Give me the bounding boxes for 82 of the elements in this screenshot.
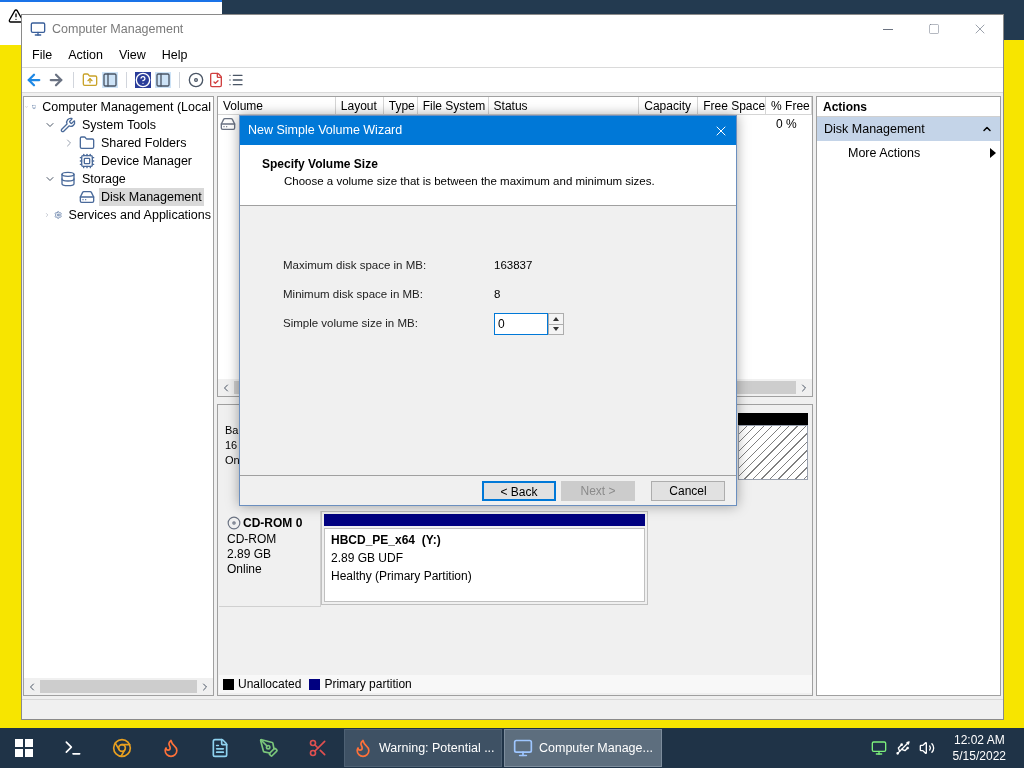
window-title: Computer Management <box>52 20 184 38</box>
action-item[interactable]: More Actions <box>817 141 1000 165</box>
console-tree-icon[interactable] <box>102 72 118 88</box>
partition-block[interactable]: HBCD_PE_x64 (Y:) 2.89 GB UDF Healthy (Primary Partition) <box>321 511 648 605</box>
checklist-icon[interactable] <box>208 72 224 88</box>
field-label: Maximum disk space in MB: <box>283 258 428 274</box>
field-label: Simple volume size in MB: <box>283 316 419 332</box>
partition-name: HBCD_PE_x64 (Y:) <box>331 532 442 549</box>
page-description: Choose a volume size that is between the maximum and minimum sizes. <box>283 174 656 189</box>
column-header[interactable]: % Free <box>766 97 812 114</box>
app-icon <box>353 738 373 758</box>
taskbar-window-button[interactable]: Warning: Potential ... <box>344 729 502 767</box>
disk-info: Online <box>227 562 263 577</box>
forward-icon[interactable] <box>47 71 65 89</box>
disk-name: CD-ROM 0 <box>243 515 303 532</box>
column-header[interactable]: Capacity <box>639 97 699 114</box>
size-input[interactable]: 0 <box>494 313 548 335</box>
disk-info: 16 <box>225 438 238 453</box>
partition-status: Healthy (Primary Partition) <box>331 568 473 585</box>
clock-date[interactable]: 5/15/2022 <box>952 748 1006 764</box>
page-heading: Specify Volume Size <box>262 156 379 173</box>
dialog-title: New Simple Volume Wizard <box>248 122 403 140</box>
up-folder-icon[interactable] <box>82 72 98 88</box>
menu-item[interactable]: File <box>24 45 61 65</box>
disk-info: On <box>225 453 240 468</box>
action-group-header[interactable]: Disk Management <box>817 117 1000 141</box>
minimize-icon <box>883 28 893 30</box>
tree-item[interactable]: Disk Management <box>99 187 204 207</box>
taskbar-window-button[interactable]: Computer Manage... <box>504 729 662 767</box>
column-header[interactable]: Layout <box>335 97 384 114</box>
disk-info: Ba <box>225 423 239 438</box>
legend-label: Primary partition <box>324 676 412 693</box>
menu-item[interactable]: Action <box>60 45 111 65</box>
warning-icon <box>8 8 24 24</box>
field-value: 163837 <box>494 258 533 274</box>
clock-time[interactable]: 12:02 AM <box>953 732 1005 748</box>
app-icon <box>30 21 46 37</box>
connect-icon[interactable] <box>188 72 204 88</box>
tree-item[interactable]: Services and Applications <box>66 205 213 225</box>
help-icon[interactable] <box>135 72 151 88</box>
spin-buttons[interactable] <box>548 313 564 335</box>
tree-item[interactable]: Device Manager <box>99 151 194 171</box>
properties-icon[interactable] <box>228 72 244 88</box>
horizontal-scrollbar[interactable] <box>24 678 213 695</box>
start-icon[interactable] <box>15 739 33 757</box>
column-header[interactable]: Free Space <box>698 97 767 114</box>
menu-item[interactable]: View <box>110 45 154 65</box>
submenu-arrow-icon <box>990 148 996 158</box>
back-icon[interactable] <box>25 71 43 89</box>
tree-item[interactable]: System Tools <box>80 115 159 135</box>
menu-item[interactable]: Help <box>153 45 196 65</box>
legend-label: Unallocated <box>238 676 302 693</box>
dialog-button[interactable]: Cancel <box>651 480 725 501</box>
unallocated-region <box>738 425 808 480</box>
partition-detail: 2.89 GB UDF <box>331 550 405 567</box>
field-label: Minimum disk space in MB: <box>283 287 424 303</box>
unallocated-bar <box>738 413 808 425</box>
usb-icon[interactable] <box>894 740 911 756</box>
tree-item-icon <box>60 171 76 187</box>
column-header[interactable]: Volume <box>218 97 336 114</box>
tree-item-icon <box>79 153 95 169</box>
cd-icon <box>227 516 241 530</box>
app-icon <box>513 738 533 758</box>
tree-item[interactable]: Storage <box>80 169 128 189</box>
tree-item[interactable]: Computer Management (Local <box>40 97 213 117</box>
display-icon[interactable] <box>870 740 887 756</box>
disk-info: 2.89 GB <box>227 547 273 562</box>
tree-item-icon <box>79 135 95 151</box>
disk-info: CD-ROM <box>227 532 278 547</box>
actions-title: Actions <box>823 98 867 116</box>
tree-item-icon <box>60 117 76 133</box>
volume-icon <box>220 116 236 132</box>
column-header[interactable]: Type <box>383 97 418 114</box>
table-cell-text: 0 % <box>776 116 797 133</box>
tree-item-icon <box>79 189 95 205</box>
tree-item[interactable]: Shared Folders <box>99 133 189 153</box>
maximize-icon <box>928 23 940 35</box>
column-header[interactable]: Status <box>488 97 640 114</box>
field-value: 8 <box>494 287 501 303</box>
dialog-button[interactable]: < Back <box>482 480 556 501</box>
column-header[interactable]: File System <box>417 97 489 114</box>
action-pane-icon[interactable] <box>155 72 171 88</box>
